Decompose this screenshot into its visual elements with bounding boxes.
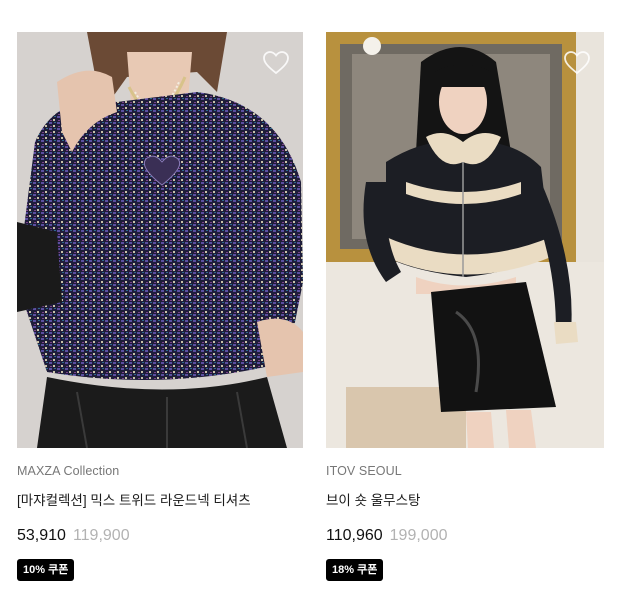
wishlist-button[interactable] bbox=[562, 48, 592, 78]
coupon-badge: 18% 쿠폰 bbox=[326, 559, 384, 581]
original-price: 199,000 bbox=[389, 527, 448, 544]
product-title[interactable]: 브이 숏 울무스탕 bbox=[326, 489, 604, 509]
wishlist-button[interactable] bbox=[261, 48, 291, 78]
product-grid: MAXZA Collection [마쟈컬렉션] 믹스 트위드 라운드넥 티셔츠… bbox=[0, 0, 617, 594]
product-title[interactable]: [마쟈컬렉션] 믹스 트위드 라운드넥 티셔츠 bbox=[17, 489, 303, 509]
heart-outline-icon bbox=[564, 51, 590, 75]
product-card[interactable]: MAXZA Collection [마쟈컬렉션] 믹스 트위드 라운드넥 티셔츠… bbox=[17, 32, 303, 581]
product-image[interactable] bbox=[17, 32, 303, 448]
product-photo bbox=[326, 32, 604, 448]
product-card[interactable]: ITOV SEOUL 브이 숏 울무스탕 110,960 199,000 18%… bbox=[326, 32, 604, 581]
price-row: 53,910 119,900 bbox=[17, 527, 303, 545]
sale-price: 53,910 bbox=[17, 527, 66, 544]
product-brand[interactable]: ITOV SEOUL bbox=[326, 464, 604, 478]
coupon-badge: 10% 쿠폰 bbox=[17, 559, 75, 581]
price-row: 110,960 199,000 bbox=[326, 527, 604, 545]
heart-outline-icon bbox=[263, 51, 289, 75]
product-brand[interactable]: MAXZA Collection bbox=[17, 464, 303, 478]
original-price: 119,900 bbox=[72, 527, 130, 544]
product-photo bbox=[17, 32, 303, 448]
sale-price: 110,960 bbox=[326, 527, 383, 544]
product-image[interactable] bbox=[326, 32, 604, 448]
